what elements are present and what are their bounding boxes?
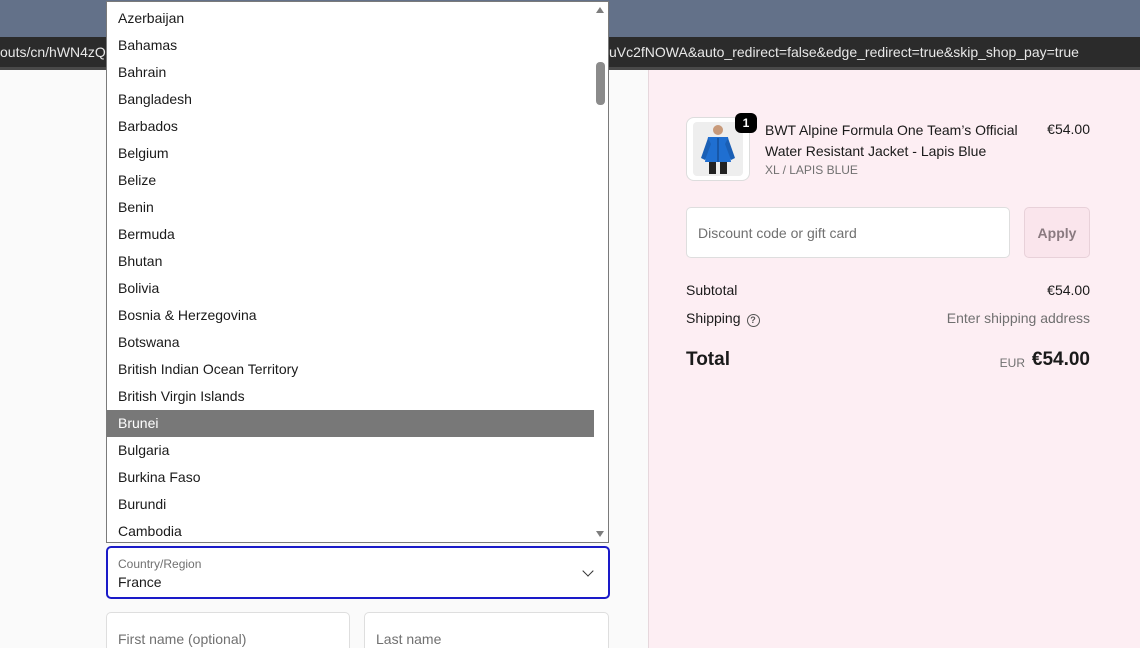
subtotal-label: Subtotal [686, 282, 738, 298]
shipping-row: Shipping? [686, 310, 760, 327]
country-region-select[interactable]: Country/Region France [106, 546, 610, 599]
product-variant: XL / LAPIS BLUE [765, 163, 858, 177]
country-region-label: Country/Region [118, 557, 202, 571]
last-name-placeholder: Last name [376, 631, 442, 647]
dropdown-option[interactable]: Belgium [107, 140, 594, 167]
subtotal-value: €54.00 [1047, 282, 1090, 298]
first-name-placeholder: First name (optional) [118, 631, 247, 647]
country-dropdown-list[interactable]: Azerbaijan Bahamas Bahrain Bangladesh Barbad… [106, 1, 609, 543]
dropdown-option[interactable]: Belize [107, 167, 594, 194]
dropdown-option[interactable]: Azerbaijan [107, 5, 594, 32]
total-currency: EUR [999, 356, 1025, 370]
dropdown-option[interactable]: Cambodia [107, 518, 594, 542]
dropdown-option[interactable]: Bangladesh [107, 86, 594, 113]
dropdown-option[interactable]: Bhutan [107, 248, 594, 275]
total-label: Total [686, 349, 730, 370]
dropdown-option[interactable]: British Indian Ocean Territory [107, 356, 594, 383]
dropdown-option[interactable]: Bermuda [107, 221, 594, 248]
total-value: €54.00 [1031, 349, 1090, 370]
dropdown-option[interactable]: Brunei [107, 410, 594, 437]
dropdown-option[interactable]: Bahamas [107, 32, 594, 59]
dropdown-scrollbar[interactable] [593, 2, 608, 542]
question-mark-help-icon[interactable]: ? [746, 314, 760, 327]
first-name-field[interactable]: First name (optional) [106, 612, 350, 648]
scroll-down-arrow-icon[interactable] [596, 531, 604, 537]
dropdown-option[interactable]: Burundi [107, 491, 594, 518]
scroll-up-arrow-icon[interactable] [596, 7, 604, 13]
chevron-down-icon [582, 565, 594, 577]
dropdown-option[interactable]: Bulgaria [107, 437, 594, 464]
url-text-start: outs/cn/hWN4zQU [0, 44, 116, 60]
shipping-label: Shipping [686, 310, 741, 326]
dropdown-option[interactable]: Botswana [107, 329, 594, 356]
dropdown-option[interactable]: Barbados [107, 113, 594, 140]
dropdown-option[interactable]: Benin [107, 194, 594, 221]
last-name-field[interactable]: Last name [364, 612, 609, 648]
quantity-badge: 1 [735, 113, 757, 133]
dropdown-option[interactable]: Bolivia [107, 275, 594, 302]
discount-code-input[interactable]: Discount code or gift card [686, 207, 1010, 258]
dropdown-option[interactable]: Bahrain [107, 59, 594, 86]
scrollbar-thumb[interactable] [596, 62, 605, 105]
dropdown-option[interactable]: Bosnia & Herzegovina [107, 302, 594, 329]
url-text-end: uVc2fNOWA&auto_redirect=false&edge_redir… [609, 44, 1079, 60]
dropdown-option[interactable]: British Virgin Islands [107, 383, 594, 410]
product-price: €54.00 [1047, 121, 1090, 137]
shipping-value: Enter shipping address [946, 310, 1090, 326]
apply-discount-button[interactable]: Apply [1024, 207, 1090, 258]
dropdown-option[interactable]: Burkina Faso [107, 464, 594, 491]
product-title: BWT Alpine Formula One Team’s Official W… [765, 122, 1018, 159]
country-region-value: France [118, 574, 162, 590]
